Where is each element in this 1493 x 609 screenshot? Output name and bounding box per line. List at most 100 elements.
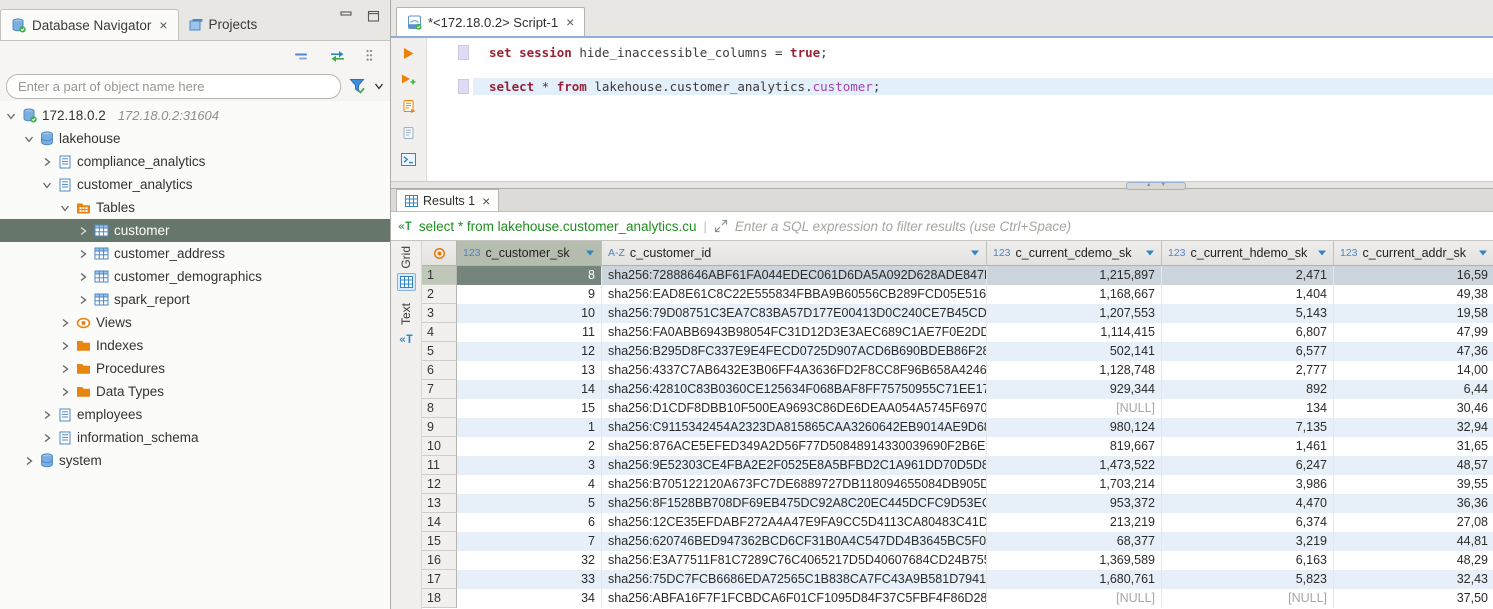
row-number[interactable]: 8 <box>422 399 457 418</box>
cell-c_current_addr_sk[interactable]: 37,50 <box>1334 589 1493 608</box>
cell-c_current_cdemo_sk[interactable]: 980,124 <box>987 418 1162 437</box>
row-number[interactable]: 10 <box>422 437 457 456</box>
column-header-c_current_hdemo_sk[interactable]: 123c_current_hdemo_sk <box>1162 241 1334 265</box>
cell-c_customer_id[interactable]: sha256:ABFA16F7F1FCBDCA6F01CF1095D84F37C… <box>602 589 987 608</box>
cell-c_customer_sk[interactable]: 32 <box>457 551 602 570</box>
cell-c_customer_id[interactable]: sha256:B295D8FC337E9E4FECD0725D907ACD6B6… <box>602 342 987 361</box>
tree-item-data-types[interactable]: Data Types <box>0 380 390 403</box>
cell-c_customer_id[interactable]: sha256:D1CDF8DBB10F500EA9693C86DE6DEAA05… <box>602 399 987 418</box>
cell-c_current_addr_sk[interactable]: 6,44 <box>1334 380 1493 399</box>
close-icon[interactable]: × <box>482 193 490 209</box>
code-line-1[interactable]: set session hide_inaccessible_columns = … <box>427 44 1493 61</box>
cell-c_current_cdemo_sk[interactable]: 213,219 <box>987 513 1162 532</box>
tree-item-customer-address[interactable]: customer_address <box>0 242 390 265</box>
cell-c_customer_id[interactable]: sha256:876ACE5EFED349A2D56F77D5084891433… <box>602 437 987 456</box>
cell-c_customer_id[interactable]: sha256:8F1528BB708DF69EB475DC92A8C20EC44… <box>602 494 987 513</box>
table-row[interactable]: 512sha256:B295D8FC337E9E4FECD0725D907ACD… <box>422 342 1493 361</box>
chevron-right-icon[interactable] <box>58 364 71 374</box>
row-number[interactable]: 16 <box>422 551 457 570</box>
link-with-editor-icon[interactable] <box>328 50 347 63</box>
column-menu-icon[interactable] <box>1317 249 1327 257</box>
view-menu-icon[interactable] <box>365 48 374 65</box>
tree-item-customer-demographics[interactable]: customer_demographics <box>0 265 390 288</box>
cell-c_current_addr_sk[interactable]: 48,29 <box>1334 551 1493 570</box>
table-row[interactable]: 1834sha256:ABFA16F7F1FCBDCA6F01CF1095D84… <box>422 589 1493 608</box>
cell-c_current_hdemo_sk[interactable]: 2,777 <box>1162 361 1334 380</box>
code-line-2[interactable] <box>427 61 1493 78</box>
table-row[interactable]: 29sha256:EAD8E61C8C22E555834FBBA9B60556C… <box>422 285 1493 304</box>
cell-c_customer_sk[interactable]: 11 <box>457 323 602 342</box>
cell-c_current_addr_sk[interactable]: 19,58 <box>1334 304 1493 323</box>
cell-c_current_hdemo_sk[interactable]: 3,986 <box>1162 475 1334 494</box>
cell-c_current_addr_sk[interactable]: 30,46 <box>1334 399 1493 418</box>
cell-c_customer_sk[interactable]: 33 <box>457 570 602 589</box>
sql-code-area[interactable]: set session hide_inaccessible_columns = … <box>427 38 1493 181</box>
cell-c_current_addr_sk[interactable]: 49,38 <box>1334 285 1493 304</box>
cell-c_customer_id[interactable]: sha256:E3A77511F81C7289C76C4065217D5D406… <box>602 551 987 570</box>
table-row[interactable]: 113sha256:9E52303CE4FBA2E2F0525E8A5BFBD2… <box>422 456 1493 475</box>
cell-c_current_addr_sk[interactable]: 32,94 <box>1334 418 1493 437</box>
cell-c_customer_id[interactable]: sha256:12CE35EFDABF272A4A47E9FA9CC5D4113… <box>602 513 987 532</box>
table-row[interactable]: 815sha256:D1CDF8DBB10F500EA9693C86DE6DEA… <box>422 399 1493 418</box>
tree-item-lakehouse[interactable]: lakehouse <box>0 127 390 150</box>
chevron-right-icon[interactable] <box>22 456 35 466</box>
cell-c_customer_sk[interactable]: 10 <box>457 304 602 323</box>
explain-plan-icon[interactable] <box>402 126 416 140</box>
cell-c_customer_sk[interactable]: 15 <box>457 399 602 418</box>
tab-database-navigator[interactable]: Database Navigator × <box>0 9 179 40</box>
chevron-down-icon[interactable] <box>4 111 17 121</box>
editor-results-splitter[interactable]: ▲ ▼ <box>391 181 1493 189</box>
cell-c_customer_sk[interactable]: 14 <box>457 380 602 399</box>
cell-c_current_addr_sk[interactable]: 36,36 <box>1334 494 1493 513</box>
cell-c_customer_sk[interactable]: 7 <box>457 532 602 551</box>
table-row[interactable]: 146sha256:12CE35EFDABF272A4A47E9FA9CC5D4… <box>422 513 1493 532</box>
chevron-right-icon[interactable] <box>76 249 89 259</box>
tree-item-indexes[interactable]: Indexes <box>0 334 390 357</box>
cell-c_current_cdemo_sk[interactable]: 502,141 <box>987 342 1162 361</box>
cell-c_customer_sk[interactable]: 3 <box>457 456 602 475</box>
table-row[interactable]: 1632sha256:E3A77511F81C7289C76C4065217D5… <box>422 551 1493 570</box>
column-header-c_current_cdemo_sk[interactable]: 123c_current_cdemo_sk <box>987 241 1162 265</box>
tree-item-customer[interactable]: customer <box>0 219 390 242</box>
cell-c_customer_sk[interactable]: 13 <box>457 361 602 380</box>
row-number[interactable]: 18 <box>422 589 457 608</box>
cell-c_current_cdemo_sk[interactable]: 1,680,761 <box>987 570 1162 589</box>
cell-c_current_hdemo_sk[interactable]: 5,823 <box>1162 570 1334 589</box>
table-row[interactable]: 714sha256:42810C83B0360CE125634F068BAF8F… <box>422 380 1493 399</box>
chevron-down-icon[interactable] <box>40 180 53 190</box>
cell-c_customer_id[interactable]: sha256:FA0ABB6943B98054FC31D12D3E3AEC689… <box>602 323 987 342</box>
cell-c_current_addr_sk[interactable]: 47,36 <box>1334 342 1493 361</box>
cell-c_current_hdemo_sk[interactable]: 1,404 <box>1162 285 1334 304</box>
tree-item-information-schema[interactable]: information_schema <box>0 426 390 449</box>
code-line-3[interactable]: select * from lakehouse.customer_analyti… <box>427 78 1493 95</box>
cell-c_current_hdemo_sk[interactable]: 2,471 <box>1162 266 1334 285</box>
tab-projects[interactable]: Projects <box>179 9 268 40</box>
cell-c_customer_sk[interactable]: 5 <box>457 494 602 513</box>
cell-c_customer_sk[interactable]: 4 <box>457 475 602 494</box>
cell-c_current_cdemo_sk[interactable]: 1,215,897 <box>987 266 1162 285</box>
table-row[interactable]: 310sha256:79D08751C3EA7C83BA57D177E00413… <box>422 304 1493 323</box>
cell-c_customer_sk[interactable]: 1 <box>457 418 602 437</box>
collapse-up-icon[interactable]: ▲ <box>1146 183 1151 189</box>
close-icon[interactable]: × <box>159 17 167 33</box>
column-menu-icon[interactable] <box>585 249 595 257</box>
cell-c_current_cdemo_sk[interactable]: 819,667 <box>987 437 1162 456</box>
row-number[interactable]: 2 <box>422 285 457 304</box>
tree-item-system[interactable]: system <box>0 449 390 472</box>
chevron-down-icon[interactable] <box>374 81 384 91</box>
column-header-c_customer_sk[interactable]: 123c_customer_sk <box>457 241 602 265</box>
cell-c_current_hdemo_sk[interactable]: 134 <box>1162 399 1334 418</box>
tree-item-spark-report[interactable]: spark_report <box>0 288 390 311</box>
table-row[interactable]: 157sha256:620746BED947362BCD6CF31B0A4C54… <box>422 532 1493 551</box>
cell-c_current_hdemo_sk[interactable]: 6,577 <box>1162 342 1334 361</box>
row-number[interactable]: 6 <box>422 361 457 380</box>
cell-c_customer_sk[interactable]: 34 <box>457 589 602 608</box>
cell-c_current_addr_sk[interactable]: 27,08 <box>1334 513 1493 532</box>
execute-new-tab-icon[interactable] <box>401 73 417 86</box>
cell-c_current_addr_sk[interactable]: 48,57 <box>1334 456 1493 475</box>
chevron-right-icon[interactable] <box>58 387 71 397</box>
cell-c_customer_id[interactable]: sha256:620746BED947362BCD6CF31B0A4C547DD… <box>602 532 987 551</box>
cell-c_current_hdemo_sk[interactable]: 3,219 <box>1162 532 1334 551</box>
column-menu-icon[interactable] <box>970 249 980 257</box>
row-number[interactable]: 9 <box>422 418 457 437</box>
